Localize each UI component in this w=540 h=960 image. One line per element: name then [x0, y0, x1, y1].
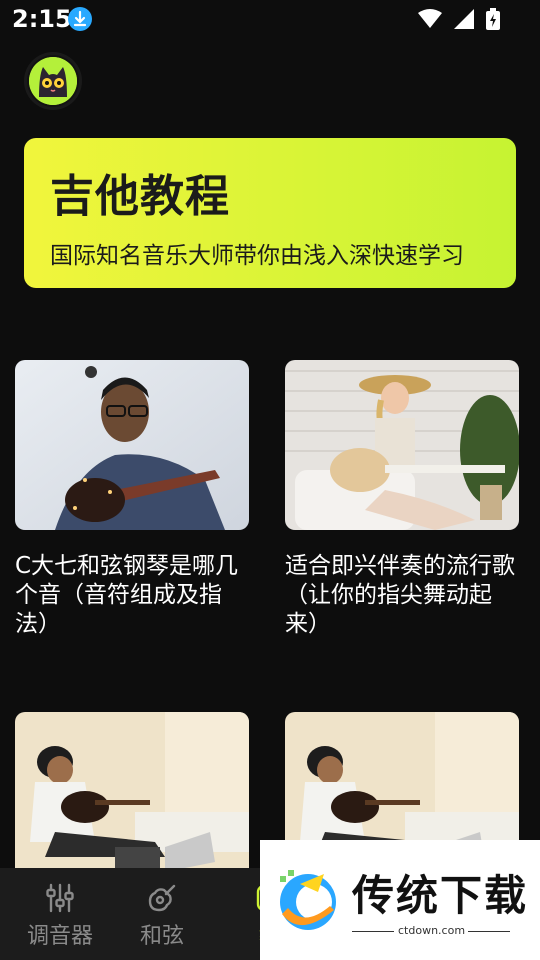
- ad-overlay[interactable]: 传统下载 ctdown.com: [260, 840, 540, 960]
- app-avatar[interactable]: [24, 52, 82, 110]
- status-time: 2:15: [12, 5, 72, 33]
- lesson-title: 适合即兴伴奏的流行歌（让你的指尖舞动起来）: [285, 553, 515, 637]
- ad-divider: [352, 931, 394, 932]
- signal-icon: [454, 9, 474, 33]
- ad-logo-icon: [270, 862, 346, 942]
- status-bar: 2:15: [0, 0, 540, 36]
- ad-divider: [468, 931, 510, 932]
- nav-item-chords[interactable]: 和弦: [102, 868, 222, 960]
- ad-title: 传统下载: [352, 871, 529, 920]
- ad-domain: ctdown.com: [398, 924, 466, 937]
- download-icon: [68, 7, 92, 31]
- guitar-icon: [146, 882, 178, 914]
- cat-mascot-icon: [29, 57, 77, 105]
- battery-icon: [486, 8, 500, 34]
- lesson-card[interactable]: 适合即兴伴奏的流行歌（让你的指尖舞动起来）: [285, 360, 519, 639]
- guitar-tutorial-banner[interactable]: 吉他教程 国际知名音乐大师带你由浅入深快速学习: [24, 138, 516, 288]
- nav-label: 和弦: [139, 924, 184, 949]
- lesson-thumbnail: [15, 360, 249, 530]
- banner-title: 吉他教程: [50, 171, 230, 222]
- lesson-title: C大七和弦钢琴是哪几个音（音符组成及指法）: [15, 553, 239, 637]
- tuner-sliders-icon: [44, 882, 76, 914]
- lesson-card[interactable]: C大七和弦钢琴是哪几个音（音符组成及指法）: [15, 360, 249, 639]
- wifi-icon: [418, 9, 442, 33]
- lesson-thumbnail: [285, 360, 519, 530]
- banner-subtitle: 国际知名音乐大师带你由浅入深快速学习: [50, 243, 464, 269]
- lesson-thumbnail: [15, 712, 249, 882]
